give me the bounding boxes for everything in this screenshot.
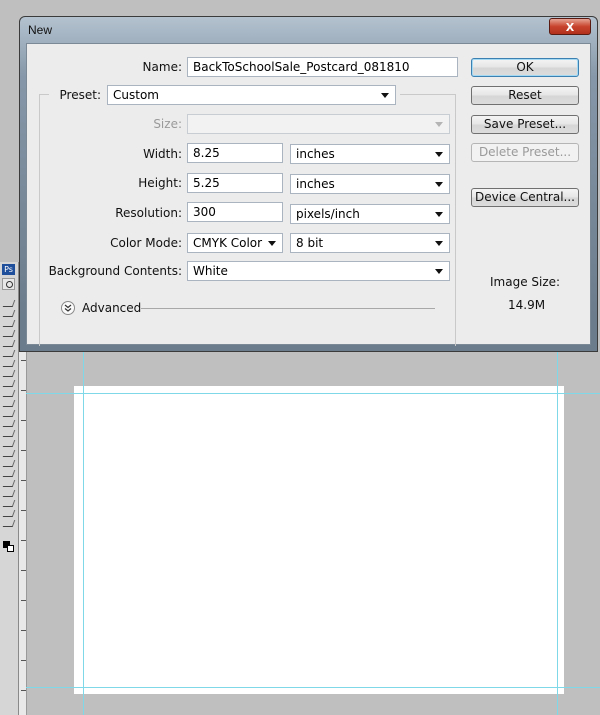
rotate-view-tool-icon[interactable]	[2, 510, 16, 517]
ok-button[interactable]: OK	[471, 58, 579, 77]
crop-tool-icon[interactable]	[2, 340, 16, 347]
marquee-tool-icon[interactable]	[2, 310, 16, 317]
chevron-down-icon	[435, 152, 443, 157]
width-field[interactable]: 8.25	[187, 143, 283, 163]
preset-group-border	[39, 94, 40, 346]
vertical-ruler	[19, 350, 27, 715]
pen-tool-icon[interactable]	[2, 450, 16, 457]
width-unit-value: inches	[296, 147, 335, 161]
size-select	[187, 114, 450, 134]
guide-line[interactable]	[26, 687, 600, 688]
image-size-label: Image Size:	[490, 275, 561, 289]
dialog-titlebar[interactable]: New X	[20, 17, 597, 43]
chevron-down-icon	[435, 182, 443, 187]
background-contents-label: Background Contents:	[48, 264, 182, 278]
photoshop-logo-icon: Ps	[2, 264, 15, 275]
slice-tool-icon[interactable]	[2, 350, 16, 357]
chevron-down-icon	[435, 212, 443, 217]
dodge-tool-icon[interactable]	[2, 440, 16, 447]
color-mode-label: Color Mode:	[110, 236, 182, 250]
preset-label: Preset:	[59, 88, 101, 102]
background-color-swatch[interactable]	[7, 545, 14, 552]
chevron-down-icon	[435, 269, 443, 274]
advanced-label: Advanced	[82, 301, 142, 315]
bit-depth-value: 8 bit	[296, 236, 324, 250]
close-button[interactable]: X	[549, 18, 591, 35]
chevron-down-icon	[435, 241, 443, 246]
background-contents-value: White	[193, 264, 228, 278]
color-mode-value: CMYK Color	[193, 236, 263, 250]
healing-tool-icon[interactable]	[2, 370, 16, 377]
height-unit-value: inches	[296, 177, 335, 191]
blur-tool-icon[interactable]	[2, 430, 16, 437]
zoom-tool-icon[interactable]	[2, 278, 15, 290]
resolution-unit-value: pixels/inch	[296, 207, 360, 221]
zoom-view-tool-icon[interactable]	[2, 520, 16, 527]
height-label: Height:	[138, 176, 182, 190]
hand-tool-icon[interactable]	[2, 500, 16, 507]
preset-value: Custom	[113, 88, 159, 102]
image-size-value: 14.9M	[508, 298, 546, 312]
name-label: Name:	[142, 60, 182, 74]
device-central-button[interactable]: Device Central...	[471, 188, 579, 207]
chevron-double-down-icon	[64, 304, 72, 312]
height-field[interactable]: 5.25	[187, 173, 283, 193]
chevron-down-icon	[381, 93, 389, 98]
resolution-field[interactable]: 300	[187, 202, 283, 222]
guide-line[interactable]	[83, 352, 84, 715]
history-brush-tool-icon[interactable]	[2, 400, 16, 407]
bit-depth-select[interactable]: 8 bit	[290, 233, 450, 253]
brush-tool-icon[interactable]	[2, 380, 16, 387]
eyedropper-tool-icon[interactable]	[2, 360, 16, 367]
reset-button[interactable]: Reset	[471, 86, 579, 105]
shape-tool-icon[interactable]	[2, 480, 16, 487]
guide-line[interactable]	[26, 393, 600, 394]
path-select-tool-icon[interactable]	[2, 470, 16, 477]
background-contents-select[interactable]: White	[187, 261, 450, 281]
width-label: Width:	[143, 147, 182, 161]
preset-select[interactable]: Custom	[107, 85, 396, 105]
tools-panel: Ps	[0, 262, 19, 715]
lasso-tool-icon[interactable]	[2, 320, 16, 327]
3d-tool-icon[interactable]	[2, 490, 16, 497]
move-tool-icon[interactable]	[2, 300, 16, 307]
name-field[interactable]: BackToSchoolSale_Postcard_081810	[187, 57, 458, 77]
dialog-body: Name: BackToSchoolSale_Postcard_081810 P…	[26, 43, 591, 346]
new-document-dialog: New X Name: BackToSchoolSale_Postcard_08…	[19, 16, 598, 352]
height-unit-select[interactable]: inches	[290, 174, 450, 194]
advanced-toggle-button[interactable]	[61, 301, 75, 315]
advanced-divider	[141, 308, 435, 309]
save-preset-button[interactable]: Save Preset...	[471, 115, 579, 134]
stamp-tool-icon[interactable]	[2, 390, 16, 397]
resolution-label: Resolution:	[115, 206, 182, 220]
guide-line[interactable]	[557, 352, 558, 715]
size-label: Size:	[153, 117, 182, 131]
gradient-tool-icon[interactable]	[2, 420, 16, 427]
document-canvas[interactable]	[74, 386, 564, 694]
delete-preset-button: Delete Preset...	[471, 143, 579, 162]
chevron-down-icon	[268, 241, 276, 246]
chevron-down-icon	[435, 122, 443, 127]
resolution-unit-select[interactable]: pixels/inch	[290, 204, 450, 224]
color-mode-select[interactable]: CMYK Color	[187, 233, 283, 253]
eraser-tool-icon[interactable]	[2, 410, 16, 417]
type-tool-icon[interactable]	[2, 460, 16, 467]
dialog-title: New	[28, 23, 53, 37]
width-unit-select[interactable]: inches	[290, 144, 450, 164]
quick-select-tool-icon[interactable]	[2, 330, 16, 337]
